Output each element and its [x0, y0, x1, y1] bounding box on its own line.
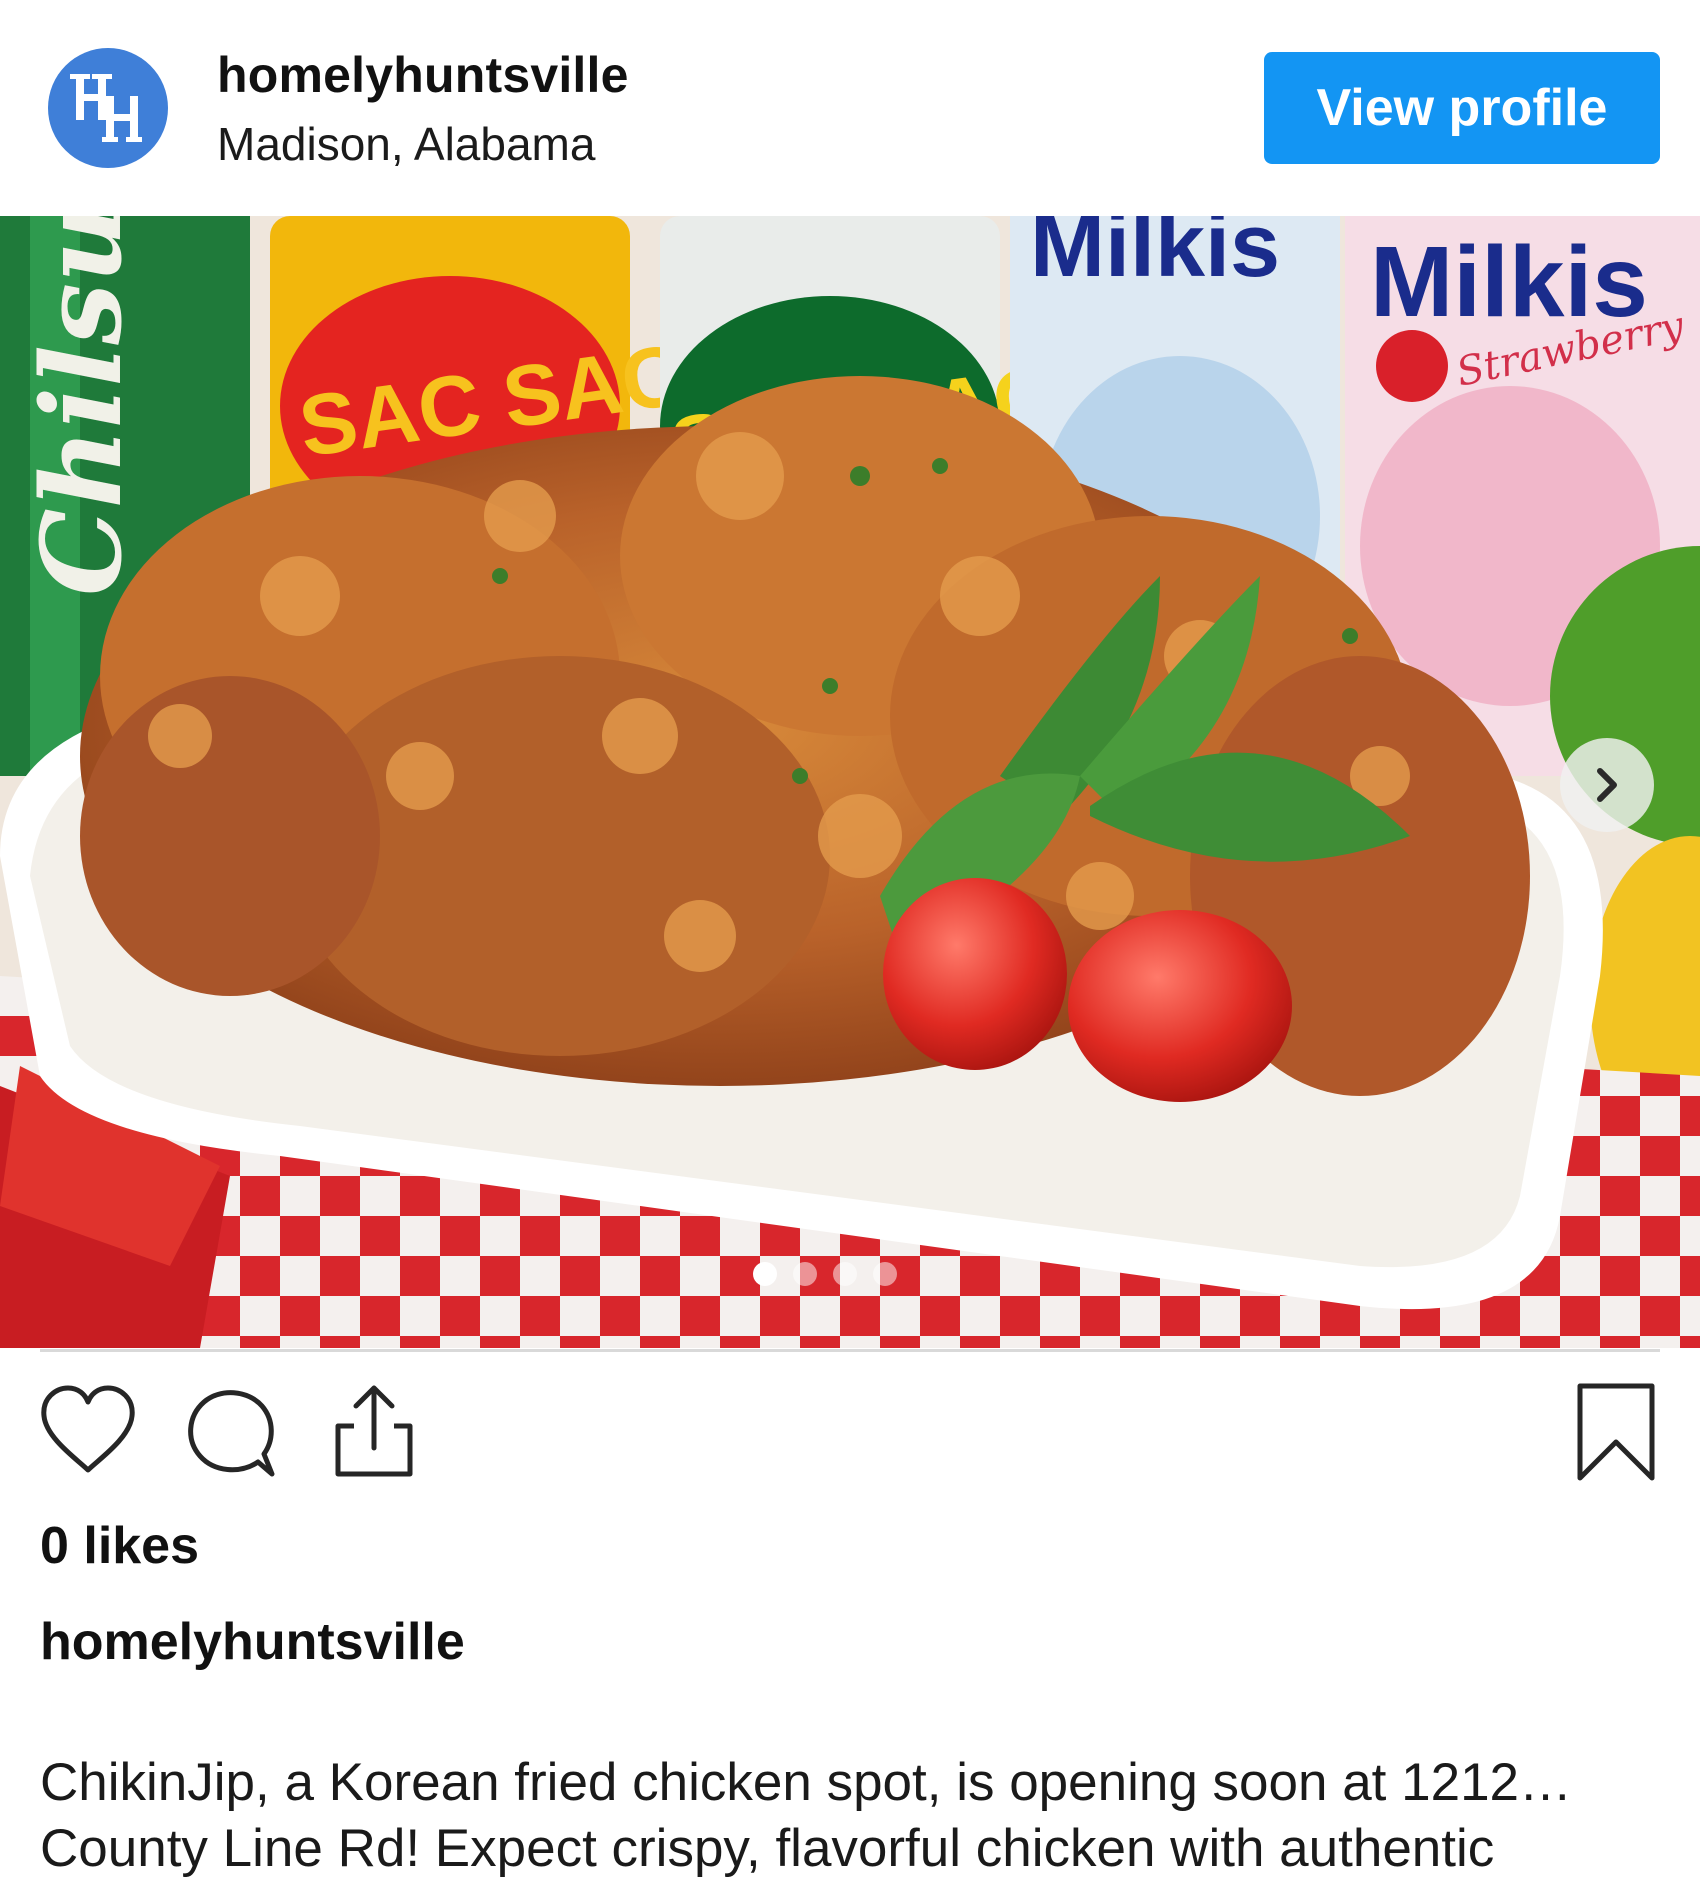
like-button[interactable] [38, 1382, 138, 1482]
carousel-indicator [0, 1262, 1700, 1286]
post-header: homelyhuntsville Madison, Alabama View p… [0, 0, 1700, 216]
save-button[interactable] [1566, 1382, 1666, 1482]
carousel-dot[interactable] [833, 1262, 857, 1286]
carousel-dot[interactable] [793, 1262, 817, 1286]
view-profile-button[interactable]: View profile [1264, 52, 1660, 164]
can-label-milkis-1: Milkis [1030, 216, 1280, 296]
share-button[interactable] [324, 1382, 424, 1482]
carousel-dot[interactable] [873, 1262, 897, 1286]
fried-chicken-photo: Chilsung SAC SAC SAC SAC Milkis Milkis S… [0, 216, 1700, 1348]
post-caption: ChikinJip, a Korean fried chicken spot, … [40, 1750, 1640, 1882]
post-photo[interactable]: Chilsung SAC SAC SAC SAC Milkis Milkis S… [0, 216, 1700, 1348]
chevron-right-icon [1597, 768, 1617, 802]
heart-icon [41, 1385, 135, 1473]
carousel-next-button[interactable] [1560, 738, 1654, 832]
caption-username[interactable]: homelyhuntsville [40, 1612, 465, 1672]
likes-count[interactable]: 0 likes [40, 1516, 199, 1576]
caption-line: County Line Rd! Expect crispy, flavorful… [40, 1819, 1495, 1878]
caption-line: ChikinJip, a Korean fried chicken spot, … [40, 1753, 1573, 1812]
carousel-dot-active[interactable] [753, 1262, 777, 1286]
avatar-logo-icon [70, 74, 142, 142]
share-icon [335, 1385, 413, 1477]
divider [40, 1349, 1660, 1352]
avatar[interactable] [48, 48, 168, 168]
can-label-chilsung: Chilsung [17, 216, 146, 596]
comment-button[interactable] [182, 1382, 282, 1482]
profile-username[interactable]: homelyhuntsville [217, 46, 629, 104]
comment-icon [188, 1390, 275, 1477]
profile-location[interactable]: Madison, Alabama [217, 117, 595, 171]
bookmark-icon [1577, 1383, 1655, 1481]
